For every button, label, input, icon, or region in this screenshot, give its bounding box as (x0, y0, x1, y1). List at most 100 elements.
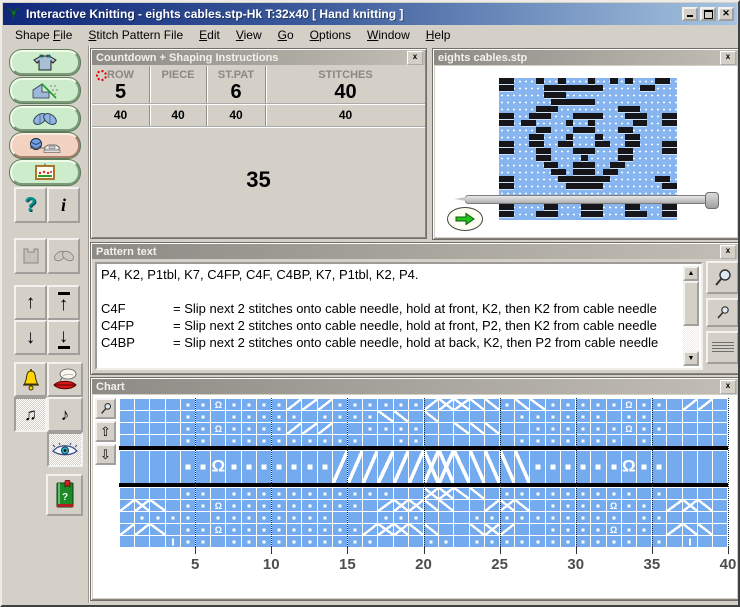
menu-go[interactable]: Go (270, 26, 302, 44)
bell-button[interactable] (14, 362, 47, 397)
countdown-window: Countdown + Shaping Instructions x ROW 5… (90, 48, 427, 239)
countdown-stpat-value: 6 (230, 81, 242, 103)
sound-on-button[interactable]: ♫ (14, 397, 47, 432)
chart-zoom-button[interactable] (95, 398, 116, 419)
picture-view-button[interactable] (10, 160, 80, 185)
row-to-bottom-button[interactable]: ↓ (47, 320, 80, 355)
knitting-machine-button[interactable] (10, 133, 80, 158)
chart-scroll-down-button[interactable]: ⇩ (95, 444, 116, 465)
preview-close-button[interactable]: x (720, 50, 736, 65)
sweater-icon (33, 54, 57, 70)
music-notes-icon: ♫ (24, 404, 37, 424)
preview-canvas (435, 66, 737, 237)
info-icon: i (60, 194, 66, 215)
arrow-down-to-bar-icon: ↓ (57, 325, 70, 349)
text-zoom-in-button[interactable] (706, 261, 738, 294)
axis-tick (575, 547, 577, 554)
window-titlebar[interactable]: Interactive Knitting - eights cables.stp… (3, 3, 737, 25)
axis-tick (728, 547, 729, 554)
maximize-icon (704, 10, 713, 19)
row-to-top-button[interactable]: ↑ (47, 285, 80, 320)
eye-icon (52, 442, 78, 455)
help-book-icon: ? (56, 480, 73, 508)
pattern-text-title: Pattern text (96, 245, 157, 258)
menu-help[interactable]: Help (418, 26, 459, 44)
menu-stitch-pattern-file[interactable]: Stitch Pattern File (80, 26, 191, 44)
menu-window[interactable]: Window (359, 26, 418, 44)
magnifier-large-icon (714, 268, 731, 286)
vest-icon (23, 248, 38, 264)
preview-title: eights cables.stp (438, 51, 528, 64)
row-up-button[interactable]: ↑ (14, 285, 47, 320)
axis-label: 15 (339, 556, 356, 573)
menu-view[interactable]: View (228, 26, 270, 44)
speech-button[interactable] (47, 362, 83, 397)
chart-window: Chart x ⇧ ⇩ 5 10 15 20 25 30 35 40 (90, 377, 738, 601)
total-row: 40 (113, 108, 128, 122)
countdown-close-button[interactable]: x (407, 50, 423, 65)
countdown-title: Countdown + Shaping Instructions (96, 51, 279, 64)
countdown-stitches-value: 40 (334, 81, 357, 103)
axis-tick (195, 547, 197, 554)
definition-c4f: C4F = Slip next 2 stitches onto cable nee… (101, 301, 657, 316)
toolbar-divider (88, 46, 89, 603)
text-font-button[interactable] (706, 331, 738, 364)
countdown-stpat-header: ST.PAT (217, 69, 255, 81)
chart-titlebar[interactable]: Chart x (92, 379, 738, 394)
magnifier-icon (100, 402, 111, 414)
pattern-text-close-button[interactable]: x (720, 244, 736, 259)
speech-lips-icon (53, 368, 77, 389)
text-zoom-out-button[interactable] (706, 298, 738, 327)
menu-options[interactable]: Options (302, 26, 359, 44)
chart-scroll-up-button[interactable]: ⇧ (95, 421, 116, 442)
menu-shape-file[interactable]: Shape File (7, 26, 80, 44)
pattern-text-scrollbar[interactable]: ▲ ▼ (683, 266, 699, 366)
vest-button-disabled[interactable] (14, 238, 47, 274)
micro-text-icon (711, 342, 734, 353)
axis-tick (423, 547, 425, 554)
menu-bar: Shape File Stitch Pattern File Edit View… (3, 25, 737, 45)
scroll-up-button[interactable]: ▲ (683, 266, 699, 281)
bell-icon (22, 368, 39, 390)
minimize-button[interactable] (682, 7, 698, 21)
axis-tick (347, 547, 349, 554)
axis-label: 20 (415, 556, 432, 573)
countdown-big-value: 35 (92, 126, 425, 231)
countdown-titlebar[interactable]: Countdown + Shaping Instructions x (92, 50, 425, 65)
application-window: Interactive Knitting - eights cables.stp… (0, 0, 740, 607)
total-stpat: 40 (229, 108, 243, 122)
picture-icon (35, 163, 55, 180)
info-button[interactable]: i (47, 187, 80, 223)
go-button[interactable] (447, 207, 483, 231)
menu-edit[interactable]: Edit (191, 26, 228, 44)
pattern-text-window: Pattern text x P4, K2, P1tbl, K7, C4FP, … (90, 242, 738, 375)
shaping-piece-icon (32, 82, 58, 99)
preview-titlebar[interactable]: eights cables.stp x (434, 50, 738, 65)
definition-c4bp: C4BP = Slip next 2 stitches onto cable ne… (101, 335, 659, 350)
garment-shape-button[interactable] (10, 50, 80, 75)
single-note-button[interactable]: ♪ (47, 397, 83, 432)
scrollbar-thumb[interactable] (683, 281, 699, 326)
axis-label: 25 (491, 556, 508, 573)
question-mark-icon: ? (24, 193, 37, 216)
scroll-down-button[interactable]: ▼ (683, 351, 699, 366)
manual-button[interactable]: ? (46, 474, 83, 516)
axis-label: 5 (190, 556, 200, 573)
maximize-button[interactable] (700, 7, 716, 21)
shaping-button[interactable] (10, 78, 80, 103)
axis-label: 40 (719, 556, 737, 573)
countdown-piece-header: PIECE (161, 69, 195, 81)
chart-close-button[interactable]: x (720, 379, 736, 394)
window-title: Interactive Knitting - eights cables.stp… (26, 7, 404, 21)
pattern-text-titlebar[interactable]: Pattern text x (92, 244, 738, 259)
close-button[interactable]: ✕ (718, 7, 734, 21)
leaves-button-disabled[interactable] (47, 238, 80, 274)
countdown-header-row: ROW 5 PIECE ST.PAT 6 STITCHES 40 (92, 66, 425, 103)
stitch-pattern-button[interactable] (10, 106, 80, 131)
pattern-text-area[interactable]: P4, K2, P1tbl, K7, C4FP, C4F, C4BP, K7, … (95, 262, 703, 370)
help-button[interactable]: ? (14, 187, 47, 223)
visibility-button[interactable] (47, 432, 83, 467)
row-down-button[interactable]: ↓ (14, 320, 47, 355)
yarn-machine-icon (30, 137, 61, 153)
axis-label: 35 (643, 556, 661, 573)
